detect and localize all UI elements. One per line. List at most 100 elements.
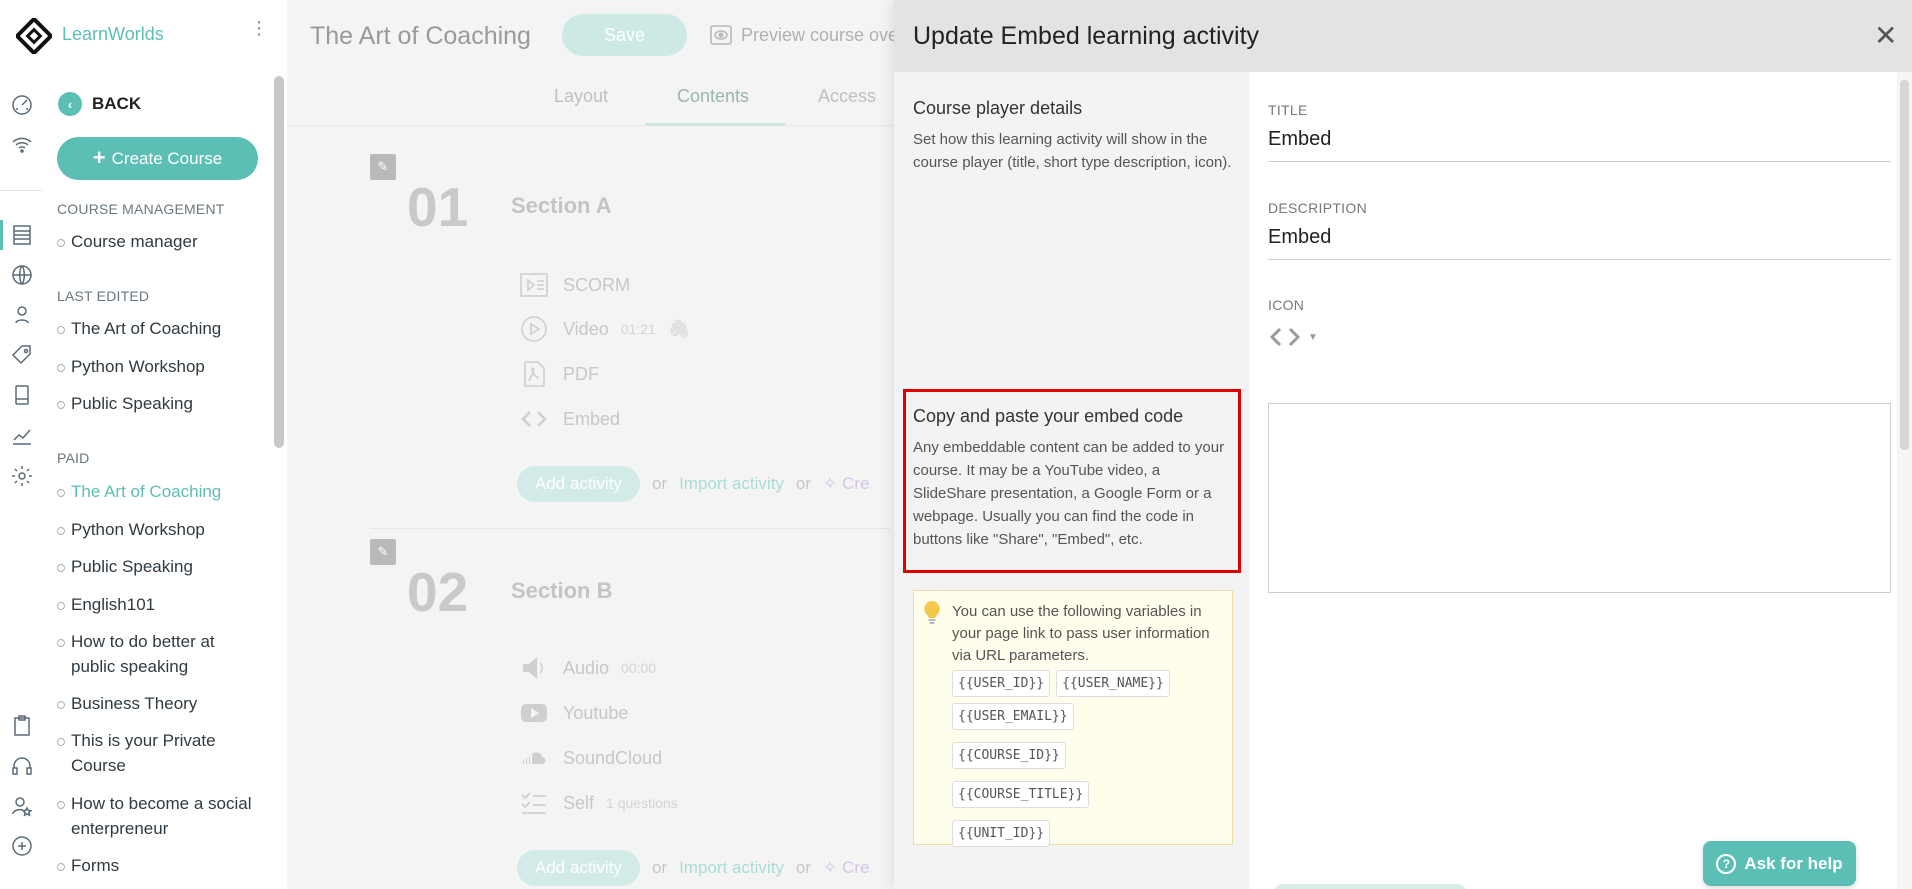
variable-tag[interactable]: {{USER_EMAIL}} [952, 703, 1074, 730]
courses-icon[interactable] [8, 221, 36, 249]
sparkle-icon: ✧ [823, 474, 843, 493]
paid-heading: PAID [57, 450, 90, 466]
activity-item[interactable]: Embed [517, 404, 620, 434]
section-number: 02 [407, 561, 469, 623]
import-activity-link[interactable]: Import activity [679, 474, 784, 494]
chevron-down-icon: ▼ [1308, 331, 1318, 343]
nav-item-paid[interactable]: Business Theory [57, 691, 257, 716]
soundcloud-icon [517, 743, 551, 773]
add-activity-button[interactable]: Add activity [517, 850, 640, 886]
title-input[interactable] [1268, 128, 1891, 162]
panel-title: Update Embed learning activity [913, 22, 1260, 50]
tab-access[interactable]: Access [818, 86, 876, 107]
nav-item-last-edited[interactable]: Public Speaking [57, 391, 257, 416]
user-pin-icon[interactable] [8, 301, 36, 329]
section-actions: Add activity or Import activity or ✧ Cre [517, 466, 869, 502]
activity-label: Self [563, 792, 595, 813]
activity-item[interactable]: Video 01:21 🖇 [517, 314, 691, 344]
panel-scrollbar[interactable] [1897, 72, 1912, 889]
activity-item[interactable]: SoundCloud [517, 743, 662, 773]
nav-item-paid-active[interactable]: The Art of Coaching [57, 479, 257, 504]
activity-duration: 01:21 [620, 321, 656, 337]
embed-code-textarea[interactable] [1268, 403, 1891, 593]
ask-for-help-label: Ask for help [1744, 853, 1843, 873]
sparkle-icon: ✧ [823, 858, 843, 877]
section-number: 01 [407, 176, 469, 238]
description-input[interactable] [1268, 226, 1891, 260]
icon-picker[interactable]: ▼ [1268, 325, 1318, 349]
activity-item[interactable]: SCORM [517, 270, 630, 300]
speedometer-icon[interactable] [8, 91, 36, 119]
section-title[interactable]: Section A [511, 193, 612, 219]
preview-course-link[interactable]: Preview course ove [709, 24, 898, 46]
edit-section-icon[interactable]: ✎ [370, 154, 396, 180]
activity-item[interactable]: PDF [517, 359, 599, 389]
mobile-icon[interactable] [8, 381, 36, 409]
back-button[interactable]: ‹ BACK [58, 92, 141, 116]
import-activity-link[interactable]: Import activity [679, 858, 784, 878]
headset-icon[interactable] [8, 752, 36, 780]
activity-duration: 00:00 [621, 660, 657, 676]
panel-form-column: TITLE DESCRIPTION ICON ▼ [1249, 72, 1897, 889]
checklist-icon [517, 788, 551, 818]
nav-item-paid[interactable]: This is your Private Course [57, 728, 257, 778]
or-text: or [651, 474, 668, 493]
nav-item-course-manager[interactable]: Course manager [57, 229, 257, 254]
add-circle-icon[interactable] [8, 832, 36, 860]
variable-tag[interactable]: {{USER_NAME}} [1056, 670, 1170, 697]
highlight-box [903, 389, 1241, 573]
activity-item[interactable]: Audio 00:00 [517, 653, 656, 683]
nav-item-paid[interactable]: How to do better at public speaking [57, 629, 257, 679]
tab-contents[interactable]: Contents [677, 86, 749, 107]
broadcast-icon[interactable] [8, 130, 36, 158]
video-icon [517, 314, 551, 344]
player-details-heading: Course player details [913, 98, 1083, 118]
last-edited-heading: LAST EDITED [57, 288, 150, 304]
add-activity-button[interactable]: Add activity [517, 466, 640, 502]
nav-item-paid[interactable]: Forms [57, 853, 257, 878]
panel-submit-button-peek[interactable] [1274, 884, 1466, 889]
chevron-left-icon: ‹ [58, 92, 82, 116]
nav-item-last-edited[interactable]: The Art of Coaching [57, 316, 257, 341]
clipboard-icon[interactable] [8, 712, 36, 740]
nav-item-paid[interactable]: Python Workshop [57, 517, 257, 542]
nav-item-paid[interactable]: English101 [57, 592, 257, 617]
activity-label: SCORM [563, 274, 630, 295]
close-icon[interactable]: ✕ [1874, 22, 1897, 50]
sidebar-scrollbar[interactable] [274, 76, 284, 448]
variable-tag[interactable]: {{COURSE_ID}} [952, 742, 1066, 769]
panel-scrollbar-thumb[interactable] [1900, 80, 1909, 450]
create-ai-link[interactable]: ✧ Cre [823, 858, 869, 878]
settings-icon[interactable] [8, 462, 36, 490]
nav-item-last-edited[interactable]: Python Workshop [57, 354, 257, 379]
globe-icon[interactable] [8, 261, 36, 289]
create-course-button[interactable]: + Create Course [57, 137, 258, 180]
tag-icon[interactable] [8, 341, 36, 369]
variable-tag[interactable]: {{UNIT_ID}} [952, 820, 1051, 847]
youtube-icon [517, 698, 551, 728]
brand-name[interactable]: LearnWorlds [62, 24, 164, 45]
activity-label: Embed [563, 408, 621, 429]
variable-tag[interactable]: {{USER_ID}} [952, 670, 1051, 697]
activity-item[interactable]: Self 1 questions [517, 788, 678, 818]
ask-for-help-button[interactable]: ? Ask for help [1703, 841, 1856, 886]
save-button[interactable]: Save [562, 14, 687, 56]
user-star-icon[interactable] [8, 792, 36, 820]
create-ai-link[interactable]: ✧ Cre [823, 474, 869, 494]
create-ai-label: Cre [842, 474, 870, 493]
more-menu-icon[interactable]: ⋮ [250, 19, 268, 37]
tab-layout[interactable]: Layout [554, 86, 608, 107]
section-title[interactable]: Section B [511, 578, 612, 604]
edit-section-icon[interactable]: ✎ [370, 539, 396, 565]
activity-label: SoundCloud [563, 747, 663, 768]
nav-item-paid[interactable]: Public Speaking [57, 554, 257, 579]
nav-item-paid[interactable]: How to become a social enterpreneur [57, 791, 257, 841]
course-sidebar: ‹ BACK + Create Course COURSE MANAGEMENT… [42, 76, 272, 889]
analytics-icon[interactable] [8, 422, 36, 450]
learnworlds-logo-icon[interactable] [16, 18, 52, 54]
activity-label: Audio [563, 657, 610, 678]
question-icon: ? [1716, 853, 1737, 874]
variable-tag[interactable]: {{COURSE_TITLE}} [952, 781, 1090, 808]
update-activity-panel: Update Embed learning activity ✕ Course … [894, 0, 1912, 889]
activity-item[interactable]: Youtube [517, 698, 628, 728]
